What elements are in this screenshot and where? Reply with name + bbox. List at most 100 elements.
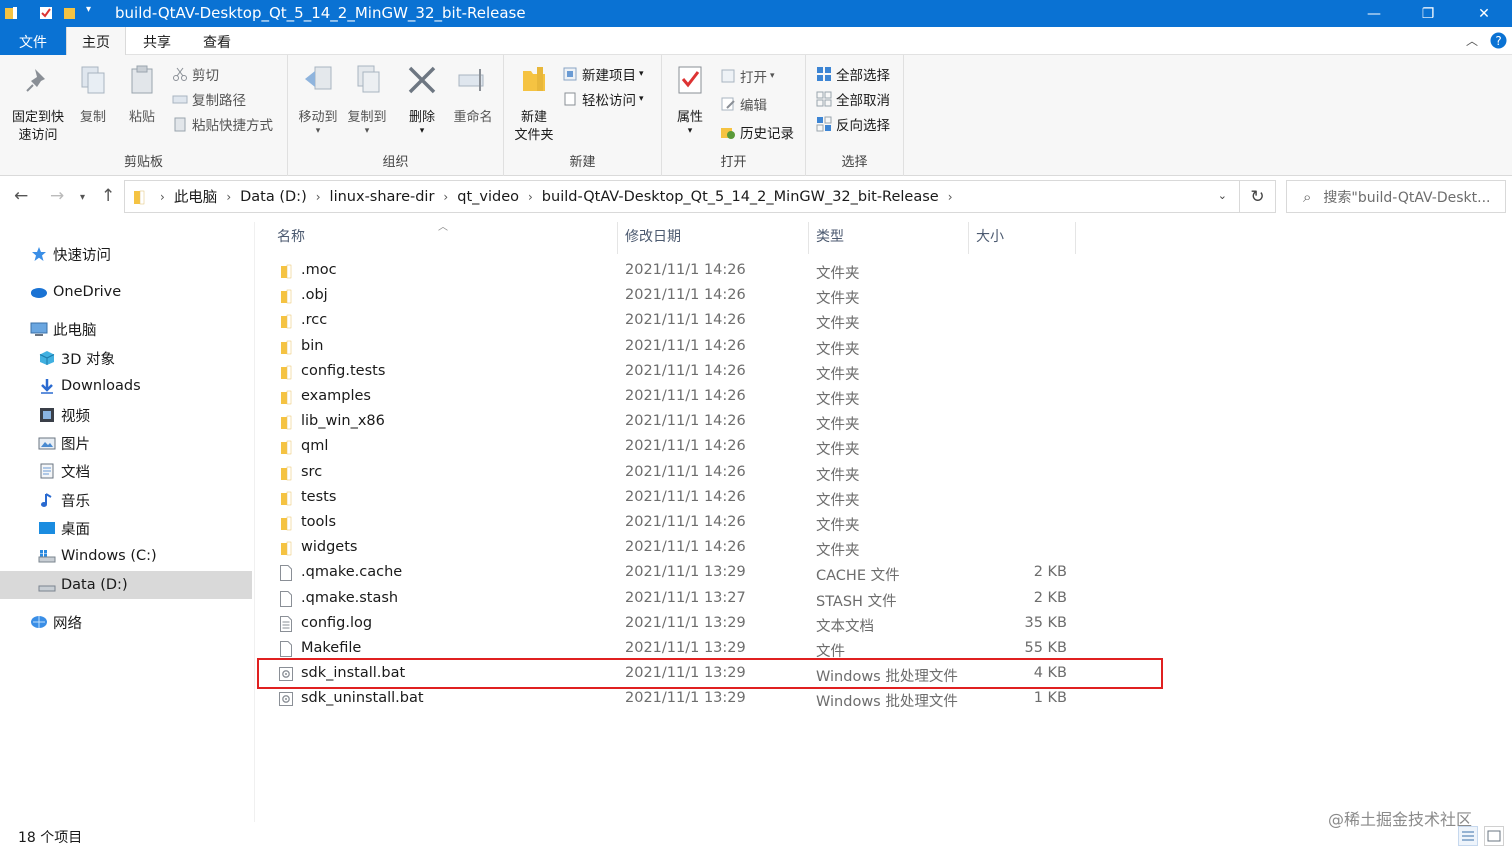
organize-group: 移动到 ▾ 复制到 ▾ 删除 ▾ 重命名 组织 <box>288 55 504 176</box>
tab-share[interactable]: 共享 <box>128 27 186 55</box>
open-button[interactable]: 打开 ▾ <box>720 65 775 87</box>
file-row[interactable]: .qmake.stash 2021/11/1 13:27 STASH 文件 2 KB <box>273 587 1163 612</box>
column-divider[interactable] <box>1075 222 1076 254</box>
select-group-label: 选择 <box>841 155 868 170</box>
customize-toolbar-icon[interactable]: ▾ <box>86 4 91 15</box>
file-row[interactable]: config.tests 2021/11/1 14:26 文件夹 <box>273 360 1163 385</box>
paste-button[interactable]: 粘贴 <box>120 63 164 127</box>
paste-label: 粘贴 <box>128 110 155 125</box>
tab-home[interactable]: 主页 <box>66 27 126 56</box>
breadcrumb-linux-share-dir[interactable]: linux-share-dir <box>330 189 435 205</box>
file-size: 1 KB <box>1033 690 1067 707</box>
edit-button[interactable]: 编辑 <box>720 93 767 115</box>
pin-quick-access-button[interactable]: 固定到快 速访问 <box>6 63 70 145</box>
file-row[interactable]: .moc 2021/11/1 14:26 文件夹 <box>273 259 1163 284</box>
close-button[interactable]: ✕ <box>1456 0 1512 27</box>
file-row[interactable]: sdk_uninstall.bat 2021/11/1 13:29 Windows … <box>273 687 1163 712</box>
file-row[interactable]: bin 2021/11/1 14:26 文件夹 <box>273 335 1163 360</box>
new-item-button[interactable]: 新建项目 ▾ <box>562 63 644 85</box>
up-arrow-icon[interactable]: ↑ <box>101 186 115 206</box>
file-row[interactable]: src 2021/11/1 14:26 文件夹 <box>273 461 1163 486</box>
file-row[interactable]: widgets 2021/11/1 14:26 文件夹 <box>273 536 1163 561</box>
breadcrumb-data-d[interactable]: Data (D:) <box>240 189 307 205</box>
details-view-button[interactable] <box>1458 826 1478 846</box>
column-header-type[interactable]: 类型 <box>816 226 844 248</box>
invert-selection-button[interactable]: 反向选择 <box>816 113 890 135</box>
file-row[interactable]: tools 2021/11/1 14:26 文件夹 <box>273 511 1163 536</box>
breadcrumb-separator-icon[interactable]: › <box>226 190 231 204</box>
new-folder-icon[interactable] <box>62 5 78 21</box>
forward-arrow-icon[interactable]: → <box>50 186 64 206</box>
file-row[interactable]: config.log 2021/11/1 13:29 文本文档 35 KB <box>273 612 1163 637</box>
breadcrumb-separator-icon[interactable]: › <box>443 190 448 204</box>
file-row[interactable]: qml 2021/11/1 14:26 文件夹 <box>273 435 1163 460</box>
select-all-button[interactable]: 全部选择 <box>816 63 890 85</box>
move-to-button[interactable]: 移动到 ▾ <box>294 63 342 136</box>
address-history-dropdown-icon[interactable]: ⌄ <box>1218 189 1227 202</box>
cloud-icon <box>31 288 47 298</box>
address-bar[interactable]: › 此电脑 › Data (D:) › linux-share-dir › qt… <box>124 180 1240 213</box>
copy-button[interactable]: 复制 <box>74 63 112 127</box>
sidebar-item-pictures[interactable]: 图片 <box>0 429 252 457</box>
sidebar-item-label: Data (D:) <box>61 577 128 593</box>
copy-icon <box>81 66 105 94</box>
sidebar-item-this-pc[interactable]: 此电脑 <box>0 315 252 343</box>
sidebar-item-quick-access[interactable]: 快速访问 <box>0 240 252 268</box>
sidebar-item-3d-objects[interactable]: 3D 对象 <box>0 344 252 372</box>
file-row[interactable]: lib_win_x86 2021/11/1 14:26 文件夹 <box>273 410 1163 435</box>
copy-to-button[interactable]: 复制到 ▾ <box>343 63 391 136</box>
sidebar-item-windows-c[interactable]: Windows (C:) <box>0 542 252 570</box>
search-input[interactable]: 搜索"build-QtAV-Deskt... <box>1323 187 1490 207</box>
file-row[interactable]: examples 2021/11/1 14:26 文件夹 <box>273 385 1163 410</box>
sidebar-item-onedrive[interactable]: OneDrive <box>0 278 252 306</box>
breadcrumb-qt-video[interactable]: qt_video <box>457 189 519 205</box>
tab-view[interactable]: 查看 <box>188 27 246 55</box>
file-row[interactable]: .qmake.cache 2021/11/1 13:29 CACHE 文件 2 KB <box>273 561 1163 586</box>
cut-button[interactable]: 剪切 <box>172 63 219 85</box>
delete-button[interactable]: 删除 ▾ <box>402 63 442 136</box>
breadcrumb-separator-icon[interactable]: › <box>316 190 321 204</box>
tab-file[interactable]: 文件 <box>0 27 66 55</box>
sidebar-item-downloads[interactable]: Downloads <box>0 372 252 400</box>
select-none-button[interactable]: 全部取消 <box>816 88 890 110</box>
sidebar-item-documents[interactable]: 文档 <box>0 457 252 485</box>
back-arrow-icon[interactable]: ← <box>14 186 28 206</box>
column-header-date[interactable]: 修改日期 <box>625 226 681 248</box>
pane-splitter[interactable] <box>254 222 255 822</box>
copy-path-button[interactable]: 复制路径 <box>172 88 246 110</box>
column-divider[interactable] <box>968 222 969 254</box>
column-header-size[interactable]: 大小 <box>976 226 1004 248</box>
file-row[interactable]: .rcc 2021/11/1 14:26 文件夹 <box>273 309 1163 334</box>
rename-button[interactable]: 重命名 <box>448 63 498 127</box>
sidebar-item-data-d[interactable]: Data (D:) <box>0 571 252 599</box>
breadcrumb-separator-icon[interactable]: › <box>948 190 953 204</box>
large-icons-view-button[interactable] <box>1484 826 1504 846</box>
column-header-name[interactable]: 名称 <box>277 226 305 248</box>
column-divider[interactable] <box>808 222 809 254</box>
sidebar-item-videos[interactable]: 视频 <box>0 401 252 429</box>
minimize-button[interactable]: — <box>1346 0 1402 27</box>
file-date: 2021/11/1 14:26 <box>625 262 746 278</box>
sidebar-item-music[interactable]: 音乐 <box>0 486 252 514</box>
refresh-button[interactable]: ↻ <box>1240 180 1276 213</box>
properties-button[interactable]: 属性 ▾ <box>670 63 710 136</box>
file-row[interactable]: tests 2021/11/1 14:26 文件夹 <box>273 486 1163 511</box>
breadcrumb-build-folder[interactable]: build-QtAV-Desktop_Qt_5_14_2_MinGW_32_bi… <box>542 189 939 205</box>
easy-access-button[interactable]: 轻松访问 ▾ <box>562 88 644 110</box>
help-icon[interactable]: ? <box>1490 32 1507 49</box>
sidebar-item-network[interactable]: 网络 <box>0 608 252 636</box>
file-row[interactable]: .obj 2021/11/1 14:26 文件夹 <box>273 284 1163 309</box>
maximize-button[interactable]: ❐ <box>1400 0 1456 27</box>
recent-locations-icon[interactable]: ▾ <box>80 192 85 203</box>
breadcrumb-separator-icon[interactable]: › <box>528 190 533 204</box>
paste-shortcut-button[interactable]: 粘贴快捷方式 <box>172 113 273 135</box>
sidebar-item-label: 快速访问 <box>53 247 111 264</box>
column-divider[interactable] <box>617 222 618 254</box>
new-folder-button[interactable]: 新建 文件夹 <box>508 63 560 145</box>
history-button[interactable]: 历史记录 <box>720 121 794 143</box>
breadcrumb-this-pc[interactable]: 此电脑 <box>174 186 218 207</box>
sidebar-item-desktop[interactable]: 桌面 <box>0 514 252 542</box>
properties-icon[interactable] <box>38 5 54 21</box>
collapse-ribbon-icon[interactable]: ︿ <box>1466 32 1478 49</box>
search-box[interactable]: ⌕ 搜索"build-QtAV-Deskt... <box>1286 180 1506 213</box>
